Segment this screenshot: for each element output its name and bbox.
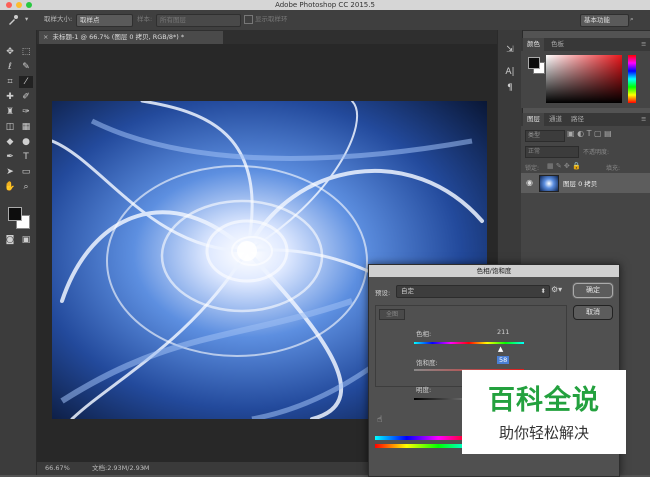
lock-icons[interactable]: ▦ ✎ ✥ 🔒 <box>547 162 581 170</box>
type-tool-icon[interactable]: T <box>19 151 33 163</box>
move-tool-icon[interactable]: ✥ <box>3 46 17 58</box>
screen-mode-icon[interactable]: ▣ <box>19 234 33 246</box>
chevron-right-icon[interactable]: › <box>142 462 145 475</box>
hue-slider[interactable] <box>628 55 636 103</box>
history-panel-icon[interactable]: ⇲ <box>503 44 517 56</box>
preset-options-icon[interactable]: ⚙▾ <box>551 285 562 294</box>
dialog-title: 色相/饱和度 <box>369 265 619 277</box>
document-info: 文档:2.93M/2.93M <box>92 464 150 472</box>
saturation-label: 饱和度: <box>416 359 438 367</box>
layer-thumbnail <box>539 175 559 192</box>
layer-name: 图层 0 拷贝 <box>563 180 598 188</box>
cancel-button[interactable]: 取消 <box>573 305 613 320</box>
fill-label: 填充: <box>606 165 621 172</box>
blend-mode-value: 正常 <box>528 148 541 155</box>
channel-select[interactable]: 全图 <box>379 309 405 320</box>
title-bar: Adobe Photoshop CC 2015.5 <box>0 0 650 10</box>
saturation-value[interactable]: 58 <box>497 356 510 364</box>
tab-layers[interactable]: 图层 <box>523 113 544 126</box>
layer-kind-label: 类型 <box>528 132 541 139</box>
dodge-tool-icon[interactable]: ● <box>19 136 33 148</box>
hue-label: 色相: <box>416 330 432 338</box>
preset-label: 预设: <box>375 289 391 297</box>
foreground-color-swatch[interactable] <box>8 207 22 221</box>
lasso-tool-icon[interactable]: ℓ <box>3 61 17 73</box>
lightness-label: 明度: <box>416 386 432 394</box>
layer-row[interactable]: ◉ 图层 0 拷贝 <box>521 173 650 193</box>
options-bar: ▾ 取样大小: 取样点 样本: 所有图层 显示取样环 基本功能 ⌕ <box>0 10 650 31</box>
character-panel-icon[interactable]: A| <box>503 66 517 78</box>
watermark-title: 百科全说 <box>488 385 600 416</box>
layer-kind-filter[interactable]: 类型 <box>525 130 565 142</box>
filter-icons[interactable]: ▣ ◐ T ▢ ▤ <box>567 129 612 138</box>
visibility-eye-icon[interactable]: ◉ <box>526 178 533 187</box>
blur-tool-icon[interactable]: ◆ <box>3 136 17 148</box>
channel-value: 全图 <box>385 311 398 318</box>
healing-tool-icon[interactable]: ✚ <box>3 91 17 103</box>
show-ring-label: 显示取样环 <box>255 15 288 23</box>
crop-tool-icon[interactable]: ⌗ <box>3 76 17 88</box>
document-tabs: × 未标题-1 @ 66.7% (图层 0 拷贝, RGB/8*) * <box>37 30 497 44</box>
watermark: 百科全说 助你轻松解决 <box>462 370 626 454</box>
blend-mode-select[interactable]: 正常 <box>525 146 579 158</box>
panel-menu-icon[interactable]: ≡ <box>637 38 650 51</box>
opacity-label: 不透明度: <box>583 149 610 156</box>
chevron-down-icon[interactable]: ▾ <box>25 14 28 25</box>
close-icon[interactable]: × <box>43 33 48 41</box>
gradient-tool-icon[interactable]: ▦ <box>19 121 33 133</box>
brush-tool-icon[interactable]: ✐ <box>19 91 33 103</box>
workspace-value: 基本功能 <box>584 16 610 24</box>
marquee-tool-icon[interactable]: ⬚ <box>19 46 33 58</box>
eraser-tool-icon[interactable]: ◫ <box>3 121 17 133</box>
sample-size-label: 取样大小: <box>44 15 73 23</box>
search-icon[interactable]: ⌕ <box>630 14 634 25</box>
toolbox: ✥ ⬚ ℓ ✎ ⌗ ⁄ ✚ ✐ ♜ ✑ ◫ ▦ ◆ ● ✒ T ➤ ▭ ✋ ⌕ … <box>0 30 37 475</box>
sample-label: 样本: <box>137 15 153 23</box>
zoom-level[interactable]: 66.67% <box>45 462 70 475</box>
tab-color[interactable]: 颜色 <box>523 38 544 51</box>
watermark-subtitle: 助你轻松解决 <box>498 424 589 442</box>
hue-slider-track[interactable] <box>414 342 524 344</box>
window-title: Adobe Photoshop CC 2015.5 <box>275 1 375 9</box>
lock-label: 锁定: <box>525 165 540 172</box>
color-panel-tabs: 颜色 色板 ≡ <box>521 38 650 51</box>
tab-paths[interactable]: 路径 <box>567 113 588 126</box>
paragraph-panel-icon[interactable]: ¶ <box>503 82 517 94</box>
eyedropper-icon[interactable] <box>6 14 20 26</box>
color-panel: 颜色 色板 ≡ <box>521 38 650 108</box>
zoom-tool-icon[interactable]: ⌕ <box>19 181 33 193</box>
hue-value[interactable]: 211 <box>497 328 509 336</box>
preset-value: 自定 <box>401 287 414 295</box>
hand-tool-icon[interactable]: ✋ <box>3 181 17 193</box>
color-picker-field[interactable] <box>546 55 622 103</box>
sample-size-select[interactable]: 取样点 <box>76 14 133 27</box>
preset-select[interactable]: 自定 ⬍ <box>396 285 550 298</box>
workspace-select[interactable]: 基本功能 <box>580 14 629 27</box>
tab-swatches[interactable]: 色板 <box>547 38 568 51</box>
pen-tool-icon[interactable]: ✒ <box>3 151 17 163</box>
stamp-tool-icon[interactable]: ♜ <box>3 106 17 118</box>
quick-select-tool-icon[interactable]: ✎ <box>19 61 33 73</box>
chevron-down-icon: ⬍ <box>540 287 546 295</box>
ok-button[interactable]: 确定 <box>573 283 613 298</box>
color-fg-swatch[interactable] <box>528 57 540 69</box>
eyedropper-tool-icon[interactable]: ⁄ <box>19 76 33 88</box>
path-select-tool-icon[interactable]: ➤ <box>3 166 17 178</box>
document-tab-label: 未标题-1 @ 66.7% (图层 0 拷贝, RGB/8*) * <box>52 33 185 41</box>
tab-channels[interactable]: 通道 <box>545 113 566 126</box>
layers-panel-tabs: 图层 通道 路径 ≡ <box>521 113 650 126</box>
quick-mask-icon[interactable]: ◙ <box>3 234 17 246</box>
sample-select[interactable]: 所有图层 <box>156 14 241 27</box>
layers-menu-icon[interactable]: ≡ <box>637 113 650 126</box>
document-tab[interactable]: × 未标题-1 @ 66.7% (图层 0 拷贝, RGB/8*) * <box>39 31 223 44</box>
history-brush-icon[interactable]: ✑ <box>19 106 33 118</box>
sample-value: 所有图层 <box>160 16 186 24</box>
hand-adjust-icon[interactable]: ☝ <box>377 415 382 425</box>
sample-size-value: 取样点 <box>80 16 100 24</box>
shape-tool-icon[interactable]: ▭ <box>19 166 33 178</box>
hue-slider-thumb[interactable]: ▲ <box>498 345 503 353</box>
show-ring-checkbox[interactable] <box>244 14 253 25</box>
